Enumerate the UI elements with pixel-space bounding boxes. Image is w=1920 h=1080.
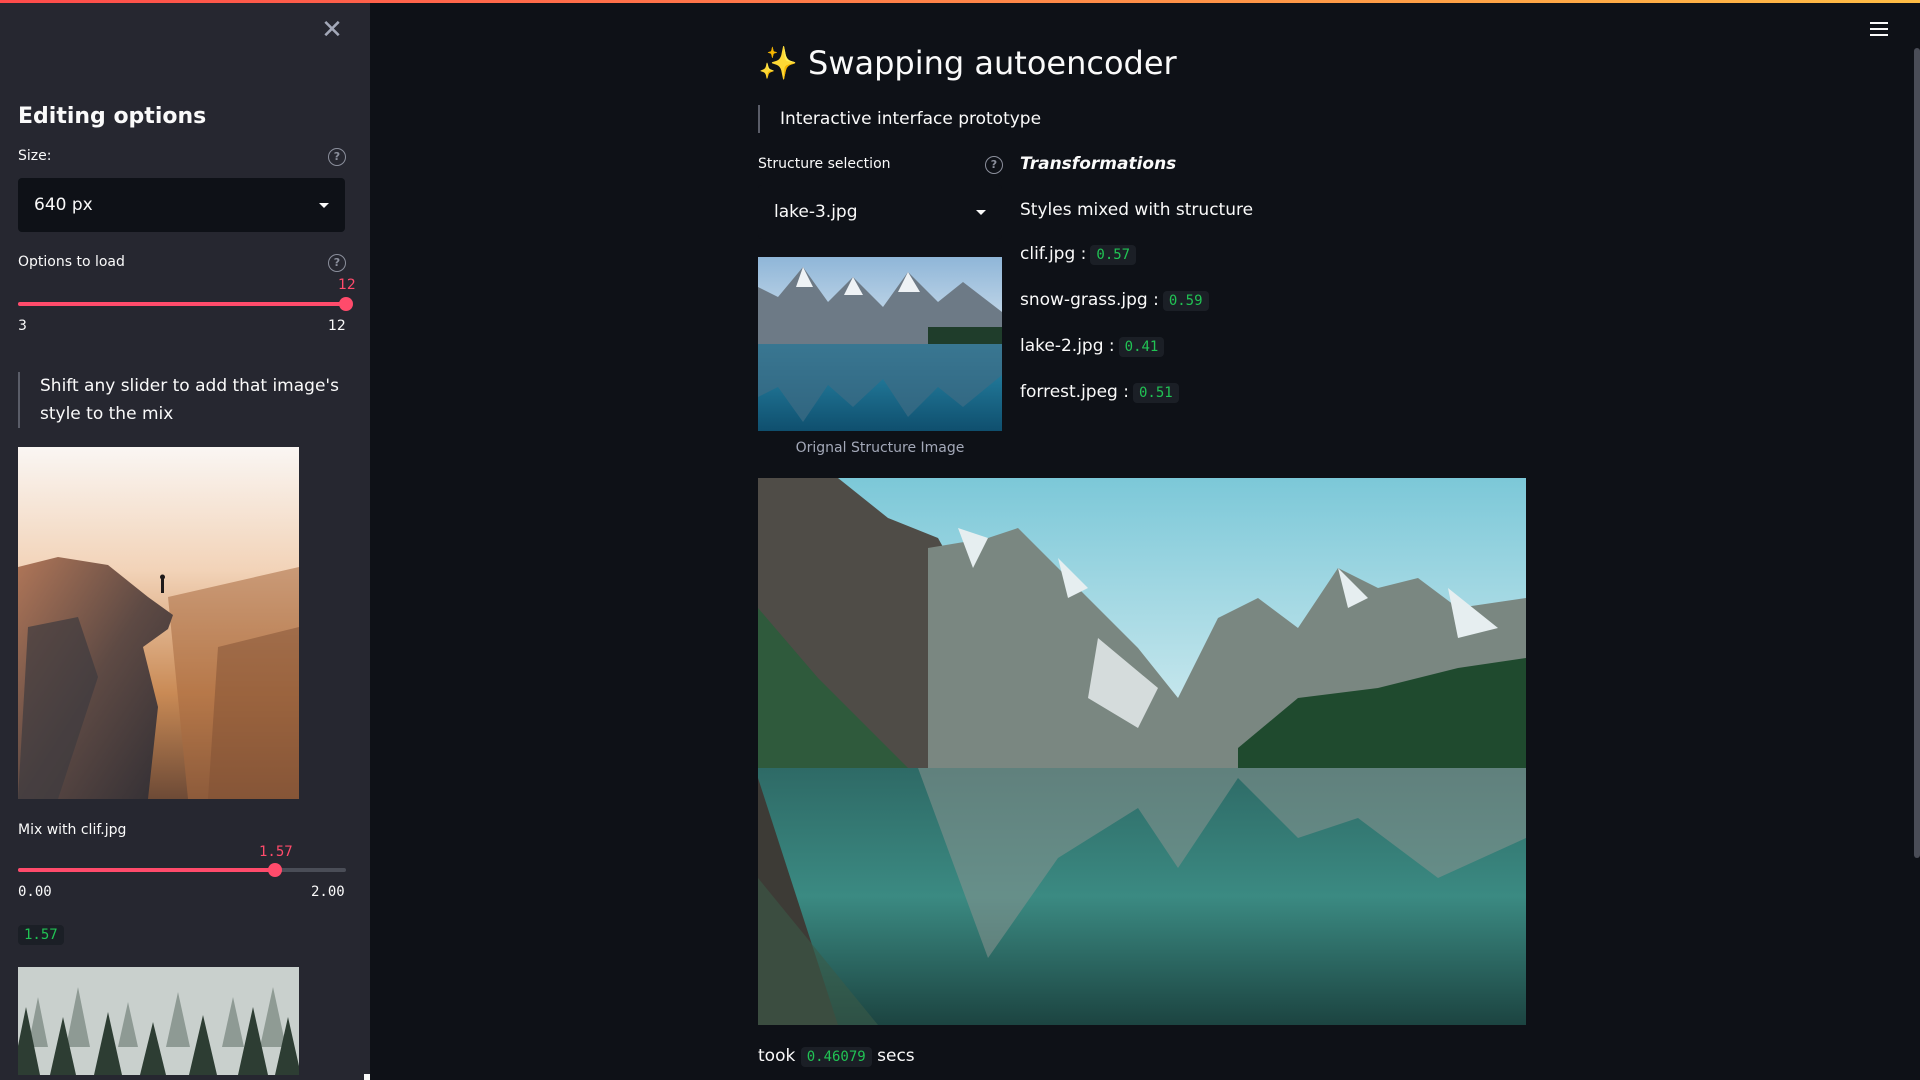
size-select-value: 640 px <box>34 195 93 215</box>
mix-clif-slider-fill <box>18 868 276 872</box>
structure-select[interactable]: lake-3.jpg <box>758 185 1002 239</box>
timing-suffix: secs <box>877 1046 915 1066</box>
chevron-down-icon <box>319 202 329 208</box>
transformation-value: 0.57 <box>1090 245 1137 265</box>
structure-selection-label: Structure selection <box>758 156 891 172</box>
transformation-name: forrest.jpeg : <box>1020 382 1129 402</box>
transformation-item: clif.jpg :0.57 <box>1020 244 1137 265</box>
subtitle: Interactive interface prototype <box>758 105 1041 133</box>
output-image <box>758 478 1526 1025</box>
options-slider[interactable] <box>18 297 353 311</box>
transformations-subheading: Styles mixed with structure <box>1020 200 1254 220</box>
mix-clif-slider-max: 2.00 <box>311 884 345 900</box>
options-slider-fill <box>18 302 346 306</box>
size-select[interactable]: 640 px <box>18 178 345 232</box>
transformation-value: 0.51 <box>1132 383 1179 403</box>
transformation-name: snow-grass.jpg : <box>1020 290 1159 310</box>
close-icon[interactable]: ✕ <box>318 16 346 44</box>
mix-clif-slider[interactable] <box>18 863 346 877</box>
timing-value: 0.46079 <box>800 1047 872 1067</box>
page-title: ✨ Swapping autoencoder <box>758 44 1177 82</box>
menu-icon[interactable] <box>1870 22 1888 40</box>
info-callout: Shift any slider to add that image's sty… <box>18 372 348 428</box>
mix-clif-slider-min: 0.00 <box>18 884 52 900</box>
structure-select-value: lake-3.jpg <box>774 202 858 222</box>
options-slider-max: 12 <box>328 318 346 334</box>
help-icon[interactable]: ? <box>328 254 346 272</box>
transformation-item: forrest.jpeg :0.51 <box>1020 382 1179 403</box>
transformation-name: lake-2.jpg : <box>1020 336 1115 356</box>
forest-image <box>18 967 299 1075</box>
transformation-item: snow-grass.jpg :0.59 <box>1020 290 1209 311</box>
size-label: Size: <box>18 148 52 164</box>
sidebar-heading: Editing options <box>18 104 207 129</box>
sparkles-icon: ✨ <box>758 44 798 82</box>
help-icon[interactable]: ? <box>328 148 346 166</box>
transformation-name: clif.jpg : <box>1020 244 1087 264</box>
transformations-heading: Transformations <box>1020 154 1177 174</box>
options-slider-min: 3 <box>18 318 27 334</box>
page-title-text: Swapping autoencoder <box>808 44 1177 82</box>
main-scrollbar[interactable] <box>1914 48 1920 858</box>
timing-line: took 0.46079 secs <box>758 1046 915 1067</box>
clif-image <box>18 447 299 799</box>
help-icon[interactable]: ? <box>985 156 1003 174</box>
timing-prefix: took <box>758 1046 796 1066</box>
transformation-item: lake-2.jpg :0.41 <box>1020 336 1165 357</box>
options-slider-thumb[interactable] <box>339 297 353 311</box>
top-decoration-bar <box>0 0 1920 3</box>
transformation-value: 0.59 <box>1162 291 1209 311</box>
mix-clif-code-value: 1.57 <box>18 924 64 945</box>
chevron-down-icon <box>976 209 986 215</box>
code-badge: 1.57 <box>18 925 64 945</box>
structure-image-caption: Orignal Structure Image <box>795 440 965 456</box>
options-slider-value: 12 <box>338 277 356 293</box>
transformation-value: 0.41 <box>1118 337 1165 357</box>
structure-image <box>758 257 1002 431</box>
mix-clif-slider-value: 1.57 <box>259 844 293 860</box>
mix-clif-label: Mix with clif.jpg <box>18 822 127 838</box>
sidebar-scrollbar[interactable] <box>364 1074 370 1080</box>
options-to-load-label: Options to load <box>18 254 125 270</box>
mix-clif-slider-thumb[interactable] <box>268 863 283 877</box>
sidebar: ✕ Editing options Size: ? 640 px Options… <box>0 0 370 1080</box>
